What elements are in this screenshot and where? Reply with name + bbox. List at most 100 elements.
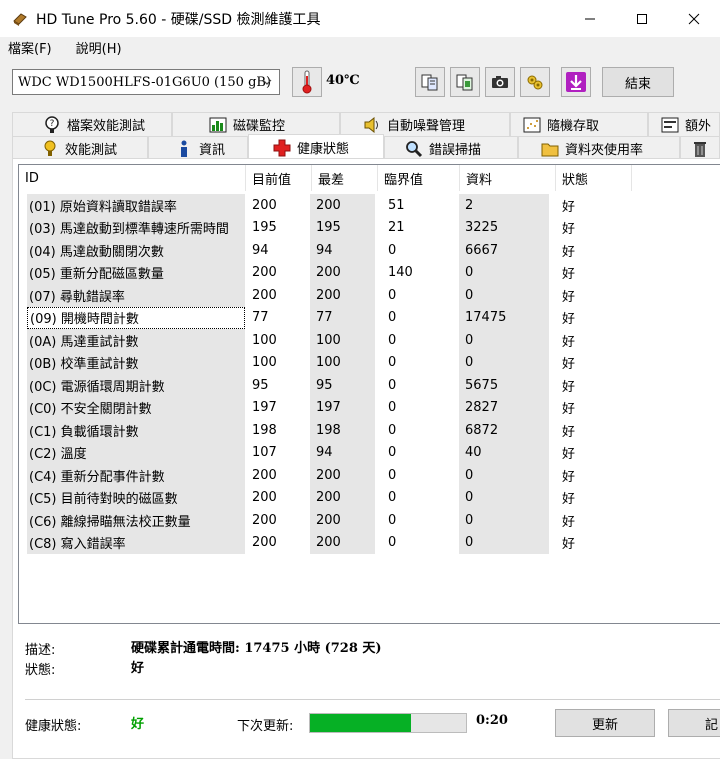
log-button[interactable]: 記 [668, 709, 720, 737]
cell-id: (0A) 馬達重試計數 [27, 329, 245, 352]
folder-icon [541, 143, 559, 156]
cell-status: 好 [562, 289, 576, 305]
cell-id: (C6) 離線掃瞄無法校正數量 [27, 509, 245, 532]
cell-worst: 200 [310, 284, 375, 307]
table-row[interactable]: (C6) 離線掃瞄無法校正數量 200 200 0 0 好 [19, 509, 720, 532]
health-panel: ID 目前值 最差 臨界值 資料 狀態 (01) 原始資料讀取錯誤率 200 200… [12, 158, 720, 759]
temperature-button[interactable] [292, 67, 322, 97]
cell-data: 0 [459, 261, 549, 284]
cell-threshold: 0 [388, 445, 397, 461]
menu-help[interactable]: 說明(H) [76, 38, 122, 57]
cell-threshold: 0 [388, 422, 397, 438]
table-row[interactable]: (0A) 馬達重試計數 100 100 0 0 好 [19, 329, 720, 352]
table-row[interactable]: (07) 尋軌錯誤率 200 200 0 0 好 [19, 284, 720, 307]
table-row[interactable]: (0B) 校準重試計數 100 100 0 0 好 [19, 351, 720, 374]
status-value: 好 [131, 661, 145, 676]
table-row[interactable]: (01) 原始資料讀取錯誤率 200 200 51 2 好 [19, 194, 720, 217]
cell-status: 好 [562, 334, 576, 350]
cell-status: 好 [562, 492, 576, 508]
table-row[interactable]: (C8) 寫入錯誤率 200 200 0 0 好 [19, 531, 720, 554]
tab-folder-usage[interactable]: 資料夾使用率 [518, 136, 680, 160]
close-button[interactable] [668, 0, 720, 37]
cell-worst: 200 [310, 531, 375, 554]
table-row[interactable]: (C5) 目前待對映的磁區數 200 200 0 0 好 [19, 486, 720, 509]
tab-disk-monitor[interactable]: 磁碟監控 [172, 112, 340, 136]
tools-icon [527, 75, 543, 90]
cell-id: (C2) 溫度 [27, 441, 245, 464]
cell-current: 198 [252, 422, 277, 438]
magnifier-icon [406, 140, 423, 157]
cell-worst: 100 [310, 329, 375, 352]
col-header-status[interactable]: 狀態 [556, 165, 632, 191]
cell-threshold: 0 [388, 490, 397, 506]
options-button[interactable] [520, 67, 550, 97]
tab-file-benchmark[interactable]: ? 檔案效能測試 [12, 112, 172, 136]
col-header-worst[interactable]: 最差 [312, 165, 378, 191]
tab-aam[interactable]: 自動噪聲管理 [340, 112, 510, 136]
copy-data-icon [456, 74, 473, 91]
cell-data: 3225 [459, 216, 549, 239]
window-title: HD Tune Pro 5.60 - 硬碟/SSD 檢測維護工具 [36, 11, 321, 28]
col-header-threshold[interactable]: 臨界值 [378, 165, 460, 191]
maximize-button[interactable] [616, 0, 668, 37]
table-row[interactable]: (C4) 重新分配事件計數 200 200 0 0 好 [19, 464, 720, 487]
table-row[interactable]: (C2) 溫度 107 94 0 40 好 [19, 441, 720, 464]
info-icon [181, 140, 187, 157]
cell-current: 77 [252, 310, 269, 326]
col-header-data[interactable]: 資料 [460, 165, 556, 191]
table-row[interactable]: (04) 馬達啟動關閉次數 94 94 0 6667 好 [19, 239, 720, 262]
health-status-label: 健康狀態: [25, 719, 82, 734]
cell-worst: 95 [310, 374, 375, 397]
tab-health[interactable]: 健康狀態 [248, 134, 384, 160]
cell-id: (C4) 重新分配事件計數 [27, 464, 245, 487]
table-row[interactable]: (C1) 負載循環計數 198 198 0 6872 好 [19, 419, 720, 442]
tab-error-scan[interactable]: 錯誤掃描 [384, 136, 518, 160]
cell-data: 0 [459, 531, 549, 554]
cell-worst: 200 [310, 486, 375, 509]
exit-button[interactable]: 結束 [602, 67, 674, 97]
cell-data: 6872 [459, 419, 549, 442]
smart-attributes-list[interactable]: ID 目前值 最差 臨界值 資料 狀態 (01) 原始資料讀取錯誤率 200 200… [18, 164, 720, 624]
table-row[interactable]: (09) 開機時間計數 77 77 0 17475 好 [19, 306, 720, 329]
table-row[interactable]: (0C) 電源循環周期計數 95 95 0 5675 好 [19, 374, 720, 397]
tab-benchmark[interactable]: 效能測試 [12, 136, 148, 160]
minimize-button[interactable] [564, 0, 616, 37]
copy-data-button[interactable] [450, 67, 480, 97]
table-row[interactable]: (C0) 不安全關閉計數 197 197 0 2827 好 [19, 396, 720, 419]
save-button[interactable] [561, 67, 591, 97]
cell-current: 200 [252, 490, 277, 506]
cell-data: 0 [459, 284, 549, 307]
cell-threshold: 0 [388, 242, 397, 258]
col-header-current[interactable]: 目前值 [246, 165, 312, 191]
cell-worst: 200 [310, 194, 375, 217]
cell-current: 200 [252, 467, 277, 483]
menu-file[interactable]: 檔案(F) [8, 38, 52, 57]
description-value: 硬碟累計通電時間: 17475 小時 (728 天) [131, 641, 382, 656]
tab-label: 效能測試 [65, 143, 118, 158]
hdtune-app-icon [13, 12, 27, 26]
tab-extra[interactable]: 額外 [648, 112, 720, 136]
cell-current: 195 [252, 220, 277, 236]
refresh-button[interactable]: 更新 [555, 709, 655, 737]
table-row[interactable]: (05) 重新分配磁區數量 200 200 140 0 好 [19, 261, 720, 284]
extra-tests-icon [661, 117, 679, 132]
drive-select[interactable]: WDC WD1500HLFS-01G6U0 (150 gB) [12, 69, 280, 95]
close-icon [688, 13, 700, 24]
tab-random-access[interactable]: 隨機存取 [510, 112, 648, 136]
cell-id: (0B) 校準重試計數 [27, 351, 245, 374]
tab-erase[interactable] [680, 136, 720, 160]
cell-id: (C1) 負載循環計數 [27, 419, 245, 442]
col-header-id[interactable]: ID [19, 165, 246, 191]
table-row[interactable]: (03) 馬達啟動到標準轉速所需時間 195 195 21 3225 好 [19, 216, 720, 239]
copy-text-button[interactable] [415, 67, 445, 97]
cell-current: 200 [252, 265, 277, 281]
cell-threshold: 0 [388, 467, 397, 483]
cell-data: 6667 [459, 239, 549, 262]
thermometer-icon [302, 70, 312, 94]
cell-data: 0 [459, 329, 549, 352]
cell-id: (C5) 目前待對映的磁區數 [27, 486, 245, 509]
screenshot-button[interactable] [485, 67, 515, 97]
cell-current: 107 [252, 445, 277, 461]
cell-current: 197 [252, 400, 277, 416]
tab-info[interactable]: 資訊 [148, 136, 248, 160]
